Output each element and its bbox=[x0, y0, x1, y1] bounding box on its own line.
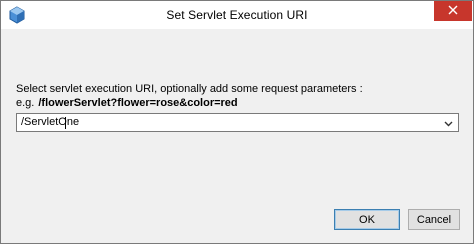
ok-button[interactable]: OK bbox=[334, 209, 400, 230]
dropdown-button[interactable] bbox=[440, 114, 456, 131]
chevron-down-icon bbox=[444, 114, 453, 132]
example-label: e.g./flowerServlet?flower=rose&color=red bbox=[16, 97, 238, 109]
example-prefix: e.g. bbox=[16, 97, 35, 109]
close-button[interactable] bbox=[434, 1, 472, 21]
window-title: Set Servlet Execution URI bbox=[166, 8, 308, 22]
uri-combobox[interactable]: /ServletOne bbox=[16, 113, 459, 132]
dialog-window: Set Servlet Execution URI Select servlet… bbox=[0, 0, 474, 244]
cancel-button[interactable]: Cancel bbox=[408, 209, 460, 230]
text-caret bbox=[65, 117, 66, 129]
dialog-content: Select servlet execution URI, optionally… bbox=[1, 29, 473, 243]
instruction-label: Select servlet execution URI, optionally… bbox=[16, 83, 363, 95]
uri-input[interactable]: /ServletOne bbox=[21, 116, 79, 128]
close-icon bbox=[448, 2, 458, 20]
title-bar: Set Servlet Execution URI bbox=[1, 1, 473, 29]
example-value: /flowerServlet?flower=rose&color=red bbox=[38, 97, 238, 109]
